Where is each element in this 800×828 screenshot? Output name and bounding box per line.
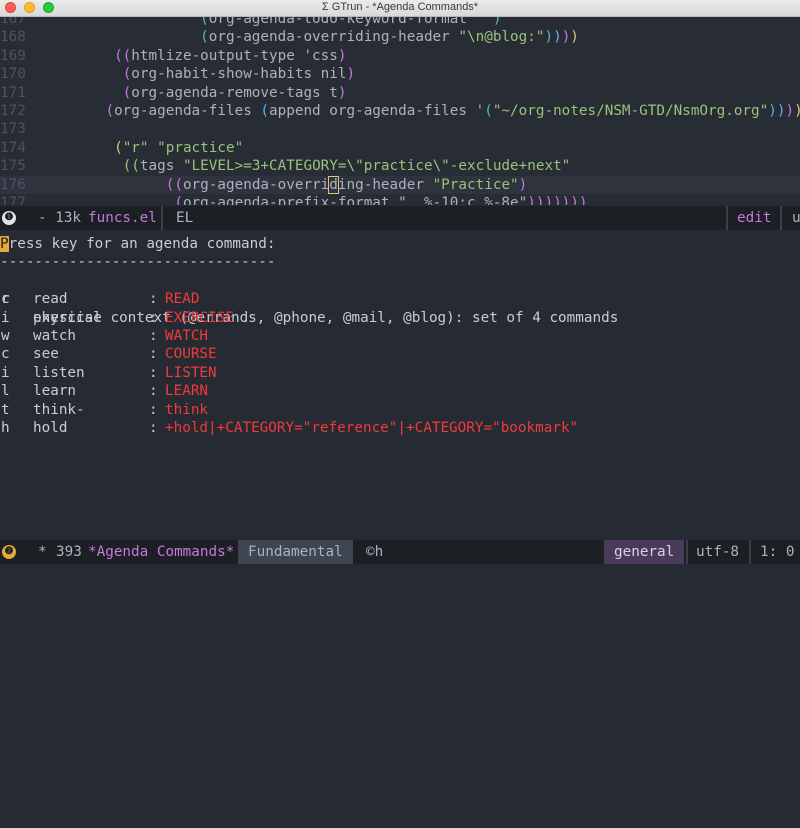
workspace-label[interactable]: general [604, 540, 685, 564]
window-number-badge[interactable]: ❷ [2, 545, 16, 559]
line-number: 168 [0, 29, 26, 46]
code-line[interactable]: 168 (org-agenda-overriding-header "\n@bl… [0, 28, 800, 46]
agenda-command-name: hold [33, 420, 68, 436]
agenda-command-item[interactable]: w watch: WATCH [0, 327, 800, 345]
code-line[interactable]: 176 ((org-agenda-overriding-header "Prac… [0, 175, 800, 194]
agenda-command-query: WATCH [165, 328, 209, 344]
code-line[interactable]: 167 (org-agenda-todo-keyword-format "") [0, 17, 800, 28]
agenda-command-name: learn [33, 383, 77, 400]
window-title: Σ GTrun - *Agenda Commands* [321, 1, 479, 13]
window-number-badge[interactable]: ❶ [2, 211, 16, 225]
code-text: ((tags "LEVEL>=3+CATEGORY=\"practice\"-e… [122, 158, 571, 175]
encoding-label[interactable]: utf-8 [696, 540, 739, 564]
agenda-prompt: Press key for an agenda command: [0, 236, 276, 252]
line-number: 167 [0, 17, 26, 27]
agenda-command-query: LEARN [165, 383, 209, 400]
agenda-command-key: h [1, 420, 10, 436]
agenda-command-key: r [1, 291, 10, 308]
agenda-group-entry[interactable]: c physical context (@errands, @phone, @m… [0, 272, 800, 325]
editor-mode-line: ❶ - 13k funcs.el EL edit u [0, 206, 800, 230]
code-text: ((htmlize-output-type 'css) [114, 47, 347, 64]
line-number: 171 [0, 84, 26, 101]
code-line[interactable]: 169 ((htmlize-output-type 'css) [0, 47, 800, 65]
agenda-command-key: l [1, 383, 10, 400]
separator-colon: : [149, 364, 158, 381]
code-line[interactable]: 175 ((tags "LEVEL>=3+CATEGORY=\"practice… [0, 157, 800, 175]
buffer-modified-flag: * [38, 544, 47, 560]
agenda-separator: -------------------------------- [0, 254, 276, 271]
major-mode-label[interactable]: Fundamental [238, 540, 353, 564]
agenda-command-name: listen [33, 364, 85, 381]
code-text: (org-habit-show-habits nil) [122, 66, 356, 83]
window-title-bar: Σ GTrun - *Agenda Commands* [0, 0, 800, 17]
agenda-mode-line: ❷ * 393 *Agenda Commands* Fundamental ©h… [0, 540, 800, 564]
code-text: ((org-agenda-overriding-header "Practice… [165, 175, 528, 194]
buffer-name[interactable]: *Agenda Commands* [88, 540, 234, 564]
separator-colon: : [149, 328, 158, 344]
agenda-command-query: think [165, 401, 209, 418]
agenda-command-key: w [1, 328, 10, 344]
code-editor-buffer[interactable]: 167 (org-agenda-todo-keyword-format "") 1… [0, 17, 800, 205]
major-mode-label[interactable]: EL [176, 206, 193, 230]
agenda-command-query: LISTEN [165, 364, 217, 381]
code-line[interactable]: 172 (org-agenda-files (append org-agenda… [0, 102, 800, 120]
line-number: 175 [0, 158, 26, 175]
agenda-command-item[interactable]: r read: READ [0, 290, 800, 308]
agenda-command-name: think- [33, 401, 85, 418]
code-text: (org-agenda-overriding-header "\n@blog:"… [200, 29, 579, 46]
minor-mode-label: ©h [366, 544, 384, 560]
agenda-command-query: READ [165, 291, 200, 308]
code-text: ("r" "practice" [114, 139, 244, 156]
buffer-file-name[interactable]: funcs.el [88, 206, 157, 230]
agenda-commands-buffer[interactable]: Press key for an agenda command: -------… [0, 231, 800, 540]
code-text: (org-agenda-prefix-format " %-10:c %-8e"… [174, 195, 588, 205]
separator-colon: : [149, 291, 158, 308]
code-line[interactable]: 174 ("r" "practice" [0, 139, 800, 157]
code-text: (org-agenda-remove-tags t) [122, 84, 347, 101]
code-line[interactable]: 171 (org-agenda-remove-tags t) [0, 84, 800, 102]
line-number: 173 [0, 121, 26, 138]
agenda-command-item[interactable]: t think-: think [0, 401, 800, 419]
code-line[interactable]: 170 (org-habit-show-habits nil) [0, 65, 800, 83]
agenda-command-key: c [1, 346, 10, 363]
agenda-command-name: read [33, 291, 68, 308]
buffer-line-count: 393 [56, 544, 82, 560]
agenda-command-query: +hold|+CATEGORY="reference"|+CATEGORY="b… [165, 420, 579, 436]
agenda-command-item[interactable]: i listen: LISTEN [0, 364, 800, 382]
encoding-label-cut: u [792, 210, 800, 226]
agenda-command-name: watch [33, 328, 77, 344]
agenda-command-key: t [1, 401, 10, 418]
line-number: 177 [0, 195, 26, 205]
line-number: 174 [0, 139, 26, 156]
line-number: 176 [0, 176, 26, 193]
separator-colon: : [149, 401, 158, 418]
text-cursor: P [0, 236, 9, 252]
evil-state-label: edit [737, 210, 772, 226]
agenda-command-item[interactable]: l learn: LEARN [0, 382, 800, 400]
agenda-command-key: i [1, 364, 10, 381]
line-number: 172 [0, 103, 26, 119]
agenda-command-query: COURSE [165, 346, 217, 363]
separator-colon: : [149, 346, 158, 363]
code-text: (org-agenda-todo-keyword-format "") [200, 17, 502, 27]
agenda-command-name: exercise [33, 309, 102, 326]
code-line[interactable]: 177 (org-agenda-prefix-format " %-10:c %… [0, 194, 800, 205]
agenda-command-name: see [33, 346, 59, 363]
separator-colon: : [149, 309, 158, 326]
separator-colon: : [149, 383, 158, 400]
separator-colon: : [149, 420, 158, 436]
agenda-command-key: i [1, 309, 10, 326]
cursor-position: 1: 0 [760, 544, 795, 560]
agenda-command-item[interactable]: h hold: +hold|+CATEGORY="reference"|+CATEG… [0, 419, 800, 437]
line-number: 170 [0, 66, 26, 83]
code-line[interactable]: 173 [0, 120, 800, 138]
buffer-size: - 13k [38, 210, 82, 226]
agenda-command-query: EXERCISE [165, 309, 234, 326]
agenda-command-item[interactable]: i exercise: EXERCISE [0, 309, 800, 327]
code-text: (org-agenda-files (append org-agenda-fil… [105, 103, 800, 119]
agenda-command-item[interactable]: c see: COURSE [0, 345, 800, 363]
line-number: 169 [0, 47, 26, 64]
